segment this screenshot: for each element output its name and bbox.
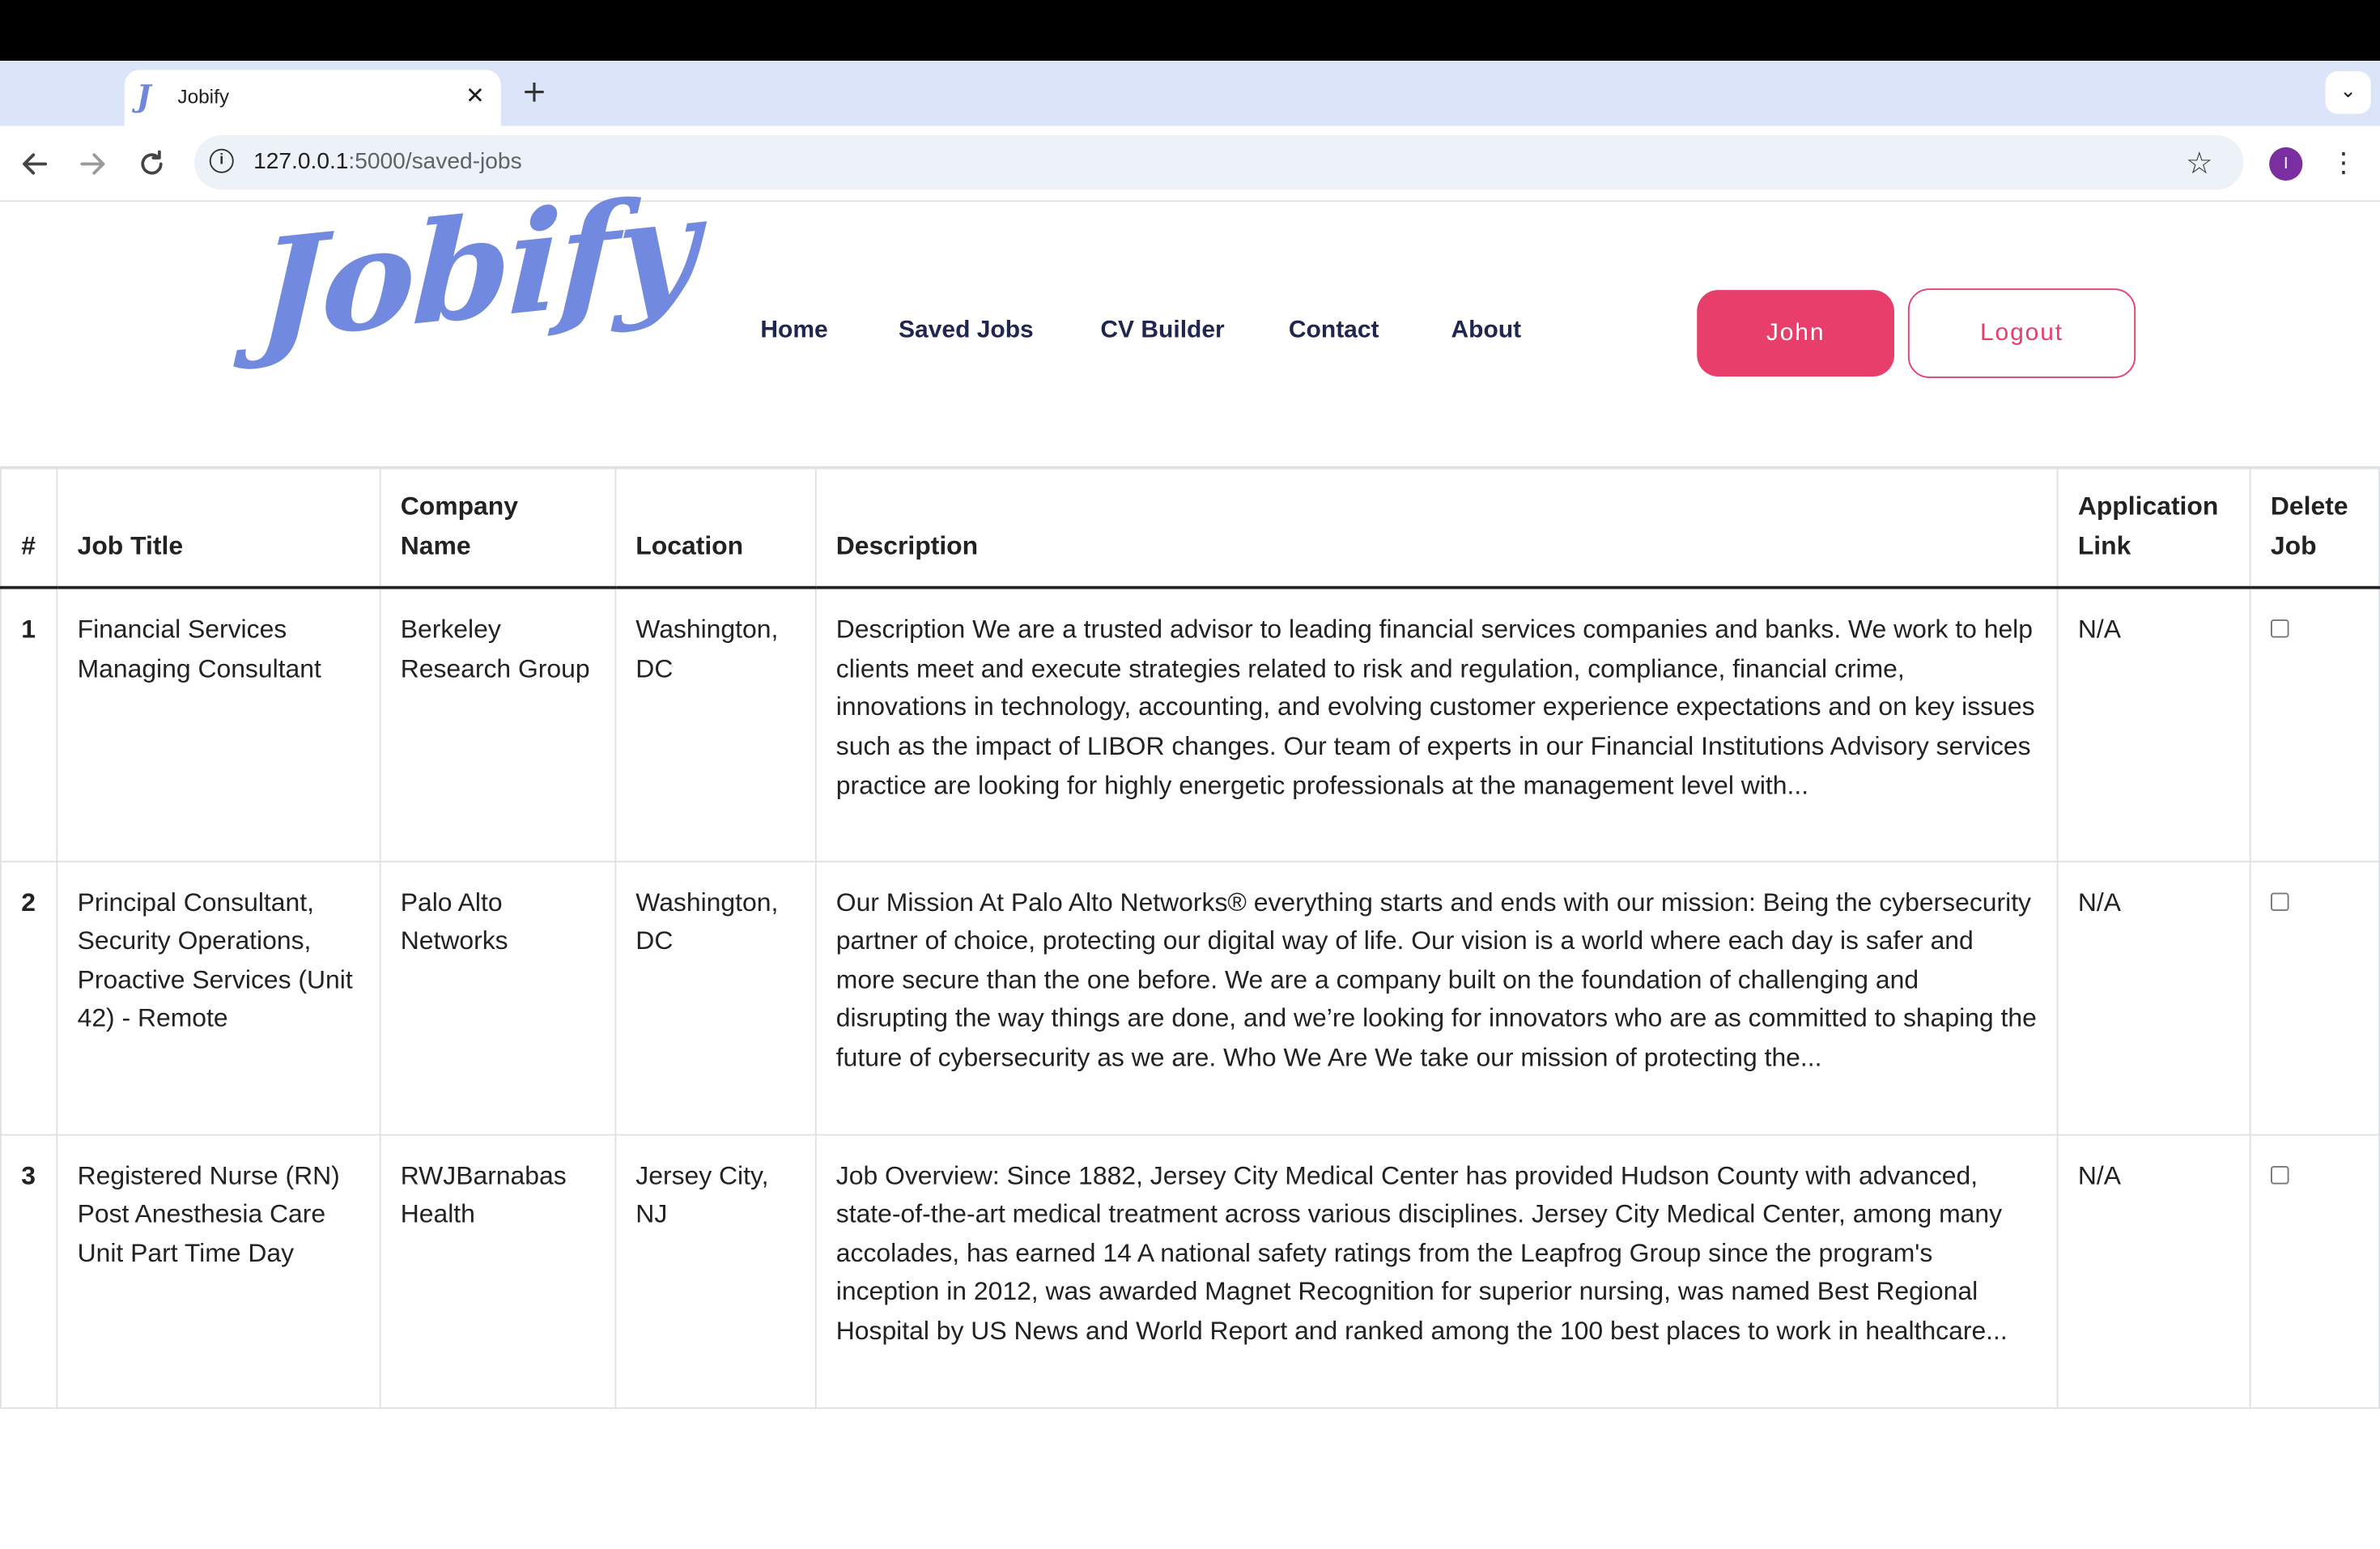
table-row: 1 Financial Services Managing Consultant… [0, 587, 2380, 862]
forward-arrow-icon[interactable] [73, 144, 113, 184]
table-row: 2 Principal Consultant, Security Operati… [0, 860, 2380, 1135]
description: Our Mission At Palo Alto Networks® every… [814, 860, 2059, 1135]
header-company-name: Company Name [379, 467, 616, 589]
nav-about[interactable]: About [1451, 317, 1522, 345]
description: Job Overview: Since 1882, Jersey City Me… [814, 1134, 2059, 1409]
application-link: N/A [2056, 1134, 2251, 1409]
delete-job-checkbox[interactable] [2270, 892, 2289, 911]
user-button[interactable]: John [1697, 290, 1894, 377]
table-row: 3 Registered Nurse (RN) Post Anesthesia … [0, 1134, 2380, 1409]
site-header: Jobify Home Saved Jobs CV Builder Contac… [0, 164, 2380, 468]
header-delete-job: Delete Job [2249, 467, 2380, 589]
company-name: RWJBarnabas Health [379, 1134, 616, 1409]
bookmark-star-icon[interactable]: ☆ [2186, 143, 2213, 182]
saved-jobs-table: # Job Title Company Name Location Descri… [0, 467, 2380, 1409]
site-info-icon[interactable]: i [209, 148, 234, 173]
browser-toolbar: i 127.0.0.1:5000/saved-jobs ☆ I ⋮ [0, 126, 2380, 202]
header-location: Location [614, 467, 817, 589]
delete-cell [2249, 587, 2380, 862]
back-arrow-icon[interactable] [15, 144, 55, 184]
delete-cell [2249, 1134, 2380, 1409]
location: Jersey City, NJ [614, 1134, 817, 1409]
header-description: Description [814, 467, 2059, 589]
delete-job-checkbox[interactable] [2270, 1165, 2289, 1184]
address-bar[interactable]: i 127.0.0.1:5000/saved-jobs ☆ [194, 134, 2244, 190]
nav-cv-builder[interactable]: CV Builder [1100, 317, 1224, 345]
location: Washington, DC [614, 587, 817, 862]
url-text[interactable]: 127.0.0.1:5000/saved-jobs [253, 149, 522, 175]
nav-contact[interactable]: Contact [1289, 317, 1379, 345]
page: J Jobify ✕ + ⌄ i 127.0.0.1:5000/saved-jo… [0, 0, 2380, 1549]
company-name: Palo Alto Networks [379, 860, 616, 1135]
header-job-title: Job Title [56, 467, 381, 589]
profile-avatar[interactable]: I [2269, 147, 2303, 181]
job-title: Financial Services Managing Consultant [56, 587, 381, 862]
description: Description We are a trusted advisor to … [814, 587, 2059, 862]
application-link: N/A [2056, 587, 2251, 862]
browser-menu-icon[interactable]: ⋮ [2328, 144, 2359, 184]
nav-home[interactable]: Home [760, 317, 827, 345]
location: Washington, DC [614, 860, 817, 1135]
tab-search-chevron-icon[interactable]: ⌄ [2325, 71, 2371, 114]
new-tab-icon[interactable]: + [517, 74, 550, 108]
tab-title: Jobify [177, 85, 230, 109]
url-path: :5000/saved-jobs [348, 148, 522, 175]
row-number: 1 [0, 587, 58, 862]
delete-cell [2249, 860, 2380, 1135]
browser-tab[interactable]: J Jobify ✕ [124, 70, 501, 126]
header-num: # [0, 467, 58, 589]
company-name: Berkeley Research Group [379, 587, 616, 862]
logout-button[interactable]: Logout [1907, 288, 2136, 378]
window-top-bar [0, 0, 2380, 61]
jobify-favicon-icon: J [136, 77, 151, 114]
job-title: Principal Consultant, Security Operation… [56, 860, 381, 1135]
row-number: 3 [0, 1134, 58, 1409]
delete-job-checkbox[interactable] [2270, 619, 2289, 638]
reload-icon[interactable] [132, 144, 172, 184]
tab-strip: J Jobify ✕ + [0, 61, 2380, 126]
header-application-link: Application Link [2056, 467, 2251, 589]
nav-saved-jobs[interactable]: Saved Jobs [899, 317, 1034, 345]
url-host: 127.0.0.1 [253, 148, 349, 175]
close-tab-icon[interactable]: ✕ [461, 82, 489, 109]
application-link: N/A [2056, 860, 2251, 1135]
table-header-row: # Job Title Company Name Location Descri… [0, 467, 2380, 589]
job-title: Registered Nurse (RN) Post Anesthesia Ca… [56, 1134, 381, 1409]
row-number: 2 [0, 860, 58, 1135]
